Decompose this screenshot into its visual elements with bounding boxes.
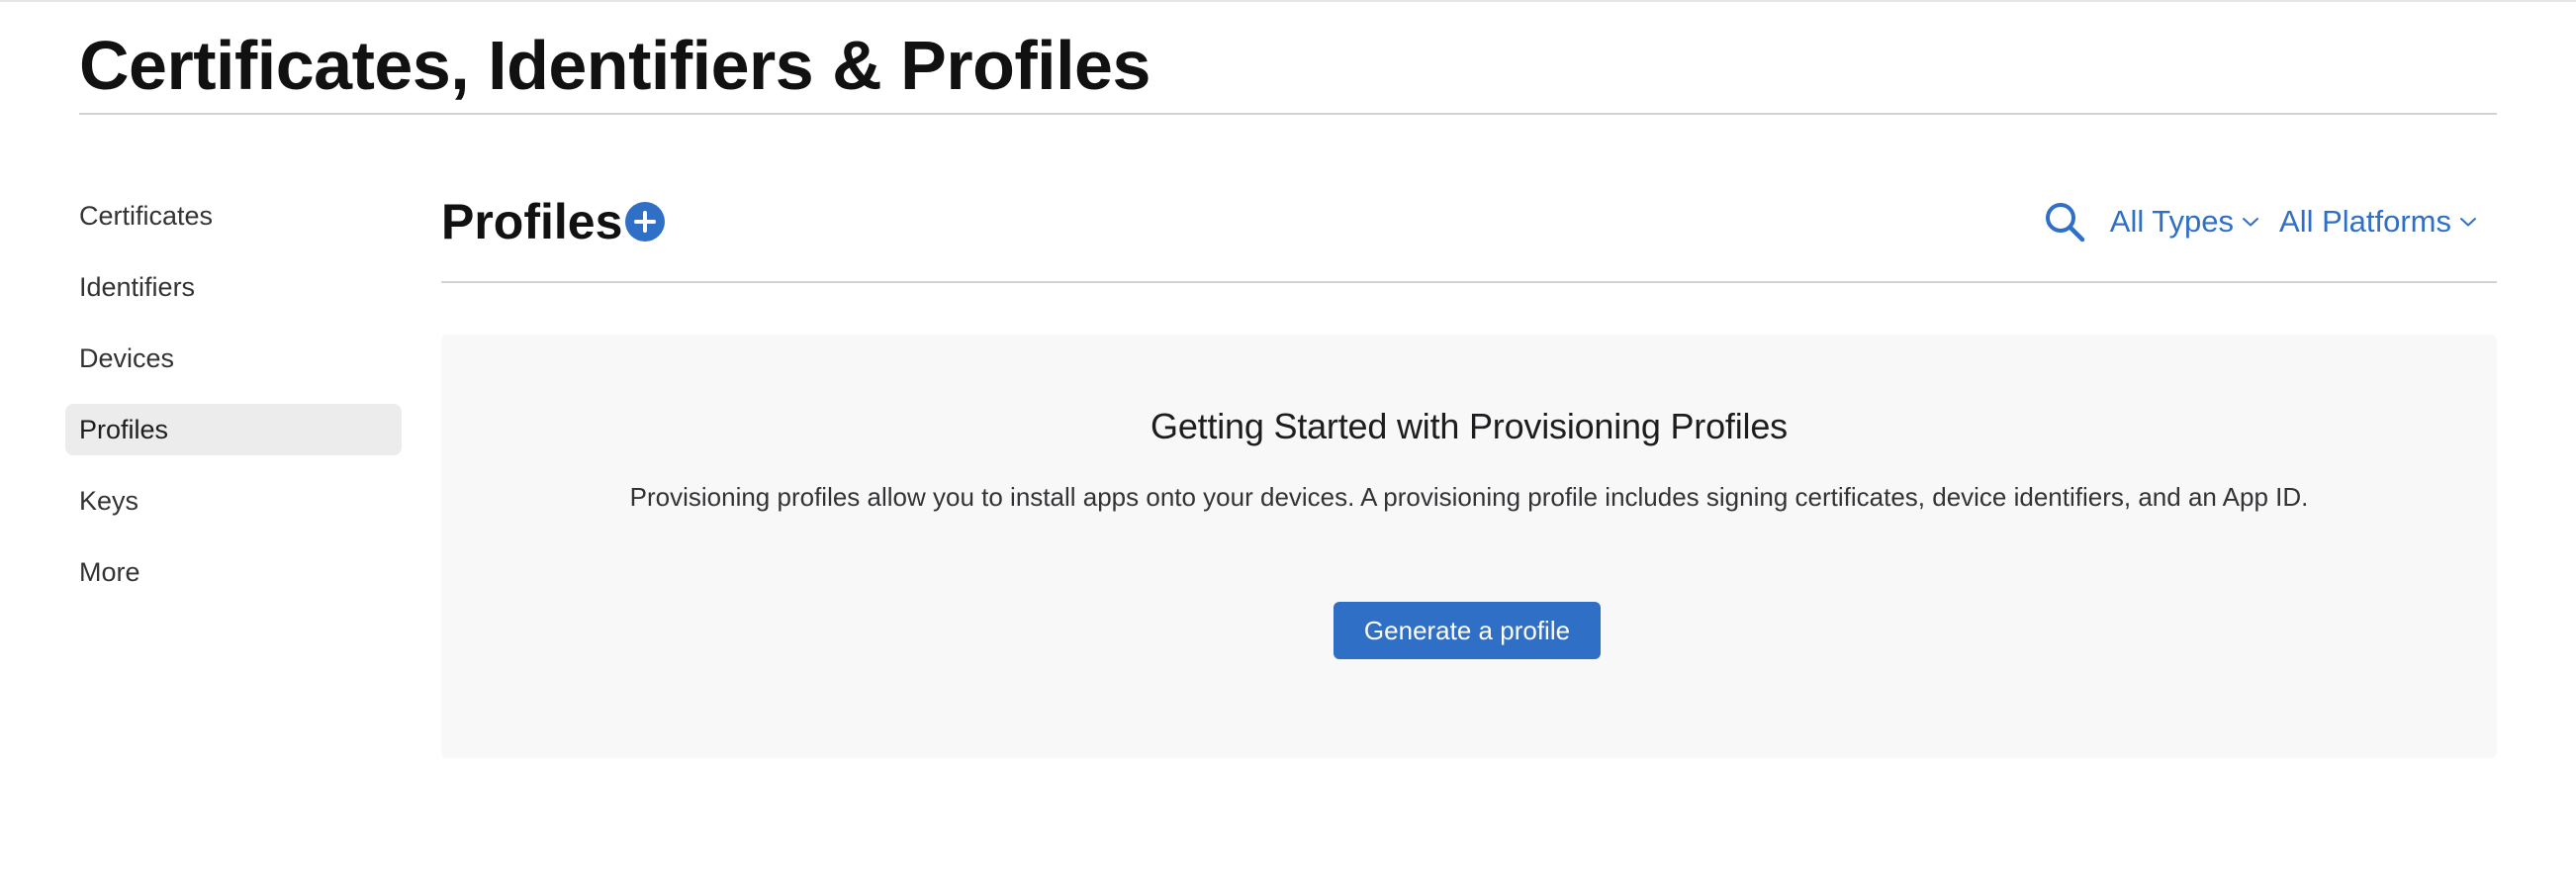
sidebar-item-label: Certificates [79,201,214,231]
type-filter-dropdown[interactable]: All Types [2110,204,2259,240]
page-header: Certificates, Identifiers & Profiles [79,26,2497,115]
sidebar-item-profiles[interactable]: Profiles [65,404,402,455]
empty-state-title: Getting Started with Provisioning Profil… [1150,406,1788,446]
platform-filter-label: All Platforms [2279,204,2451,239]
sidebar-item-keys[interactable]: Keys [65,475,402,527]
sidebar-item-label: Keys [79,486,139,516]
sidebar-item-label: Devices [79,343,175,373]
sidebar-item-certificates[interactable]: Certificates [65,190,402,242]
chevron-down-icon [2243,218,2259,227]
sidebar-item-devices[interactable]: Devices [65,333,402,384]
generate-profile-button[interactable]: Generate a profile [1334,602,1601,659]
sidebar-item-label: More [79,557,140,587]
empty-state-description: Provisioning profiles allow you to insta… [629,482,2309,512]
search-icon[interactable] [2043,200,2086,243]
filter-bar: All Types All Platforms [2043,194,2477,249]
sidebar-nav: Certificates Identifiers Devices Profile… [65,190,402,618]
section-header: Profiles All Types All Platforms [441,178,2497,283]
empty-state-card: Getting Started with Provisioning Profil… [441,335,2497,758]
add-profile-button[interactable] [625,202,665,242]
platform-filter-dropdown[interactable]: All Platforms [2279,204,2477,240]
sidebar-item-identifiers[interactable]: Identifiers [65,261,402,313]
main-content: Profiles All Types All Platforms Getting… [441,178,2497,758]
sidebar-item-more[interactable]: More [65,546,402,598]
type-filter-label: All Types [2109,204,2235,239]
top-divider [0,0,2576,2]
page-title: Certificates, Identifiers & Profiles [79,27,1150,104]
section-title: Profiles [441,194,623,249]
sidebar-item-label: Identifiers [79,272,196,302]
sidebar-item-label: Profiles [79,415,169,444]
chevron-down-icon [2460,218,2476,227]
